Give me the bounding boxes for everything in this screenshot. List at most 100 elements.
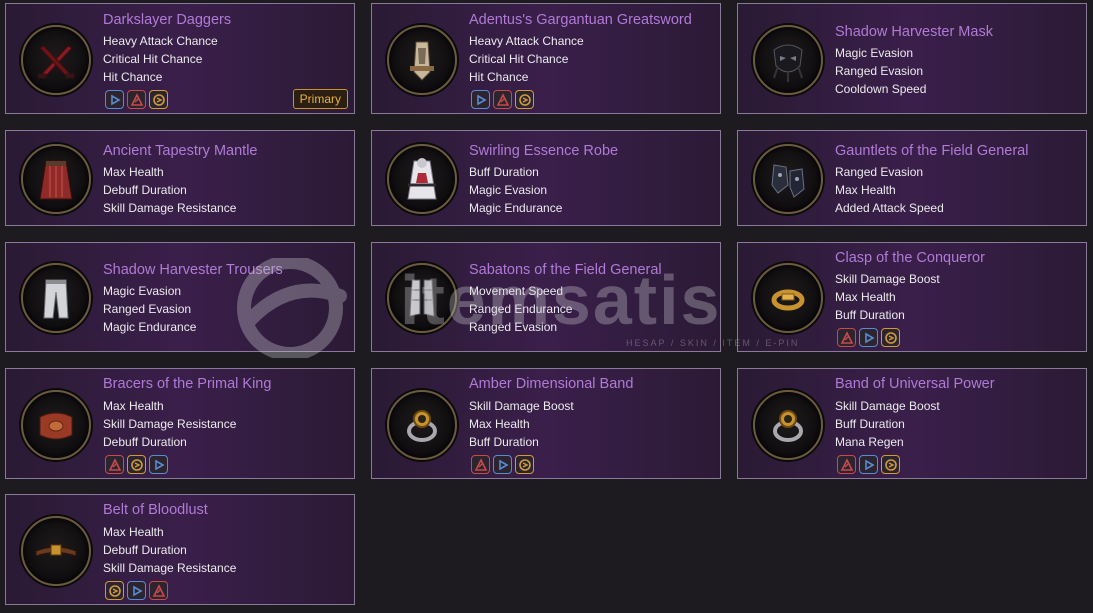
item-name: Belt of Bloodlust (103, 502, 208, 518)
item-card[interactable]: Clasp of the Conqueror Skill Damage Boost… (737, 242, 1087, 352)
item-stat: Magic Endurance (103, 320, 197, 334)
item-stat: Skill Damage Resistance (103, 201, 237, 215)
gold-trait-icon (515, 455, 534, 474)
greatsword-icon (387, 25, 457, 95)
ring-icon (387, 390, 457, 460)
item-stat: Skill Damage Resistance (103, 561, 237, 575)
item-name: Shadow Harvester Mask (835, 24, 993, 40)
item-card[interactable]: Gauntlets of the Field General Ranged Eva… (737, 130, 1087, 226)
item-stat: Skill Damage Resistance (103, 417, 237, 431)
belt-icon (21, 516, 91, 586)
daggers-icon (21, 25, 91, 95)
item-stat: Buff Duration (835, 417, 905, 431)
gold-trait-icon (515, 90, 534, 109)
blue-trait-icon (149, 455, 168, 474)
item-name: Gauntlets of the Field General (835, 143, 1029, 159)
item-stat: Hit Chance (469, 70, 529, 84)
item-stat: Skill Damage Boost (469, 399, 574, 413)
item-stat: Buff Duration (469, 165, 539, 179)
item-stat: Max Health (469, 417, 530, 431)
item-stat: Skill Damage Boost (835, 272, 940, 286)
blue-trait-icon (859, 328, 878, 347)
badge-row (105, 90, 168, 109)
item-card[interactable]: Sabatons of the Field General Movement Sp… (371, 242, 721, 352)
red-trait-icon (105, 455, 124, 474)
red-trait-icon (149, 581, 168, 600)
item-card[interactable]: Darkslayer Daggers Heavy Attack Chance Cri… (5, 3, 355, 114)
item-name: Sabatons of the Field General (469, 262, 662, 278)
primary-badge: Primary (292, 89, 348, 109)
badge-row (471, 455, 534, 474)
blue-trait-icon (493, 455, 512, 474)
robe-icon (387, 144, 457, 214)
item-stat: Max Health (103, 399, 164, 413)
ring-icon (753, 390, 823, 460)
item-stat: Buff Duration (469, 435, 539, 449)
item-card[interactable]: Ancient Tapestry Mantle Max Health Debuff … (5, 130, 355, 226)
item-name: Bracers of the Primal King (103, 376, 272, 392)
bracelet-icon (753, 263, 823, 333)
item-stat: Movement Speed (469, 284, 564, 298)
item-card[interactable]: Bracers of the Primal King Max Health Skil… (5, 368, 355, 479)
item-stat: Max Health (835, 183, 896, 197)
item-stat: Debuff Duration (103, 435, 187, 449)
item-stat: Mana Regen (835, 435, 904, 449)
red-trait-icon (493, 90, 512, 109)
item-stat: Magic Evasion (103, 284, 182, 298)
item-stat: Magic Evasion (469, 183, 548, 197)
item-stat: Skill Damage Boost (835, 399, 940, 413)
item-name: Clasp of the Conqueror (835, 250, 985, 266)
item-stat: Max Health (835, 290, 896, 304)
item-stat: Ranged Evasion (469, 320, 558, 334)
item-stat: Ranged Evasion (835, 64, 924, 78)
boots-icon (387, 263, 457, 333)
gold-trait-icon (881, 328, 900, 347)
item-card[interactable]: Shadow Harvester Trousers Magic Evasion Ra… (5, 242, 355, 352)
item-name: Darkslayer Daggers (103, 12, 232, 28)
item-name: Amber Dimensional Band (469, 376, 634, 392)
item-stat: Ranged Evasion (835, 165, 924, 179)
item-card[interactable]: Belt of Bloodlust Max Health Debuff Durati… (5, 494, 355, 605)
gauntlets-icon (753, 144, 823, 214)
badge-row (105, 455, 168, 474)
item-stat: Debuff Duration (103, 543, 187, 557)
item-stat: Ranged Evasion (103, 302, 192, 316)
badge-row (837, 328, 900, 347)
blue-trait-icon (471, 90, 490, 109)
badge-row (471, 90, 534, 109)
item-stat: Buff Duration (835, 308, 905, 322)
red-trait-icon (127, 90, 146, 109)
item-stat: Heavy Attack Chance (469, 34, 584, 48)
item-stat: Max Health (103, 165, 164, 179)
item-card[interactable]: Swirling Essence Robe Buff Duration Magic … (371, 130, 721, 226)
item-stat: Magic Endurance (469, 201, 563, 215)
item-name: Adentus's Gargantuan Greatsword (469, 12, 692, 28)
blue-trait-icon (105, 90, 124, 109)
item-stat: Cooldown Speed (835, 82, 927, 96)
item-card[interactable]: Shadow Harvester Mask Magic Evasion Ranged… (737, 3, 1087, 114)
item-stat: Critical Hit Chance (469, 52, 569, 66)
item-stat: Max Health (103, 525, 164, 539)
trousers-icon (21, 263, 91, 333)
item-stat: Added Attack Speed (835, 201, 944, 215)
item-name: Band of Universal Power (835, 376, 995, 392)
red-trait-icon (837, 328, 856, 347)
item-name: Swirling Essence Robe (469, 143, 619, 159)
item-card[interactable]: Band of Universal Power Skill Damage Boos… (737, 368, 1087, 479)
item-name: Shadow Harvester Trousers (103, 262, 283, 278)
item-stat: Magic Evasion (835, 46, 914, 60)
cloak-icon (21, 144, 91, 214)
gold-trait-icon (127, 455, 146, 474)
item-stat: Hit Chance (103, 70, 163, 84)
item-card[interactable]: Adentus's Gargantuan Greatsword Heavy Att… (371, 3, 721, 114)
item-stat: Ranged Endurance (469, 302, 573, 316)
badge-row (105, 581, 168, 600)
gold-trait-icon (881, 455, 900, 474)
item-card[interactable]: Amber Dimensional Band Skill Damage Boost… (371, 368, 721, 479)
mask-icon (753, 25, 823, 95)
red-trait-icon (471, 455, 490, 474)
blue-trait-icon (859, 455, 878, 474)
red-trait-icon (837, 455, 856, 474)
item-stat: Debuff Duration (103, 183, 187, 197)
gold-trait-icon (149, 90, 168, 109)
